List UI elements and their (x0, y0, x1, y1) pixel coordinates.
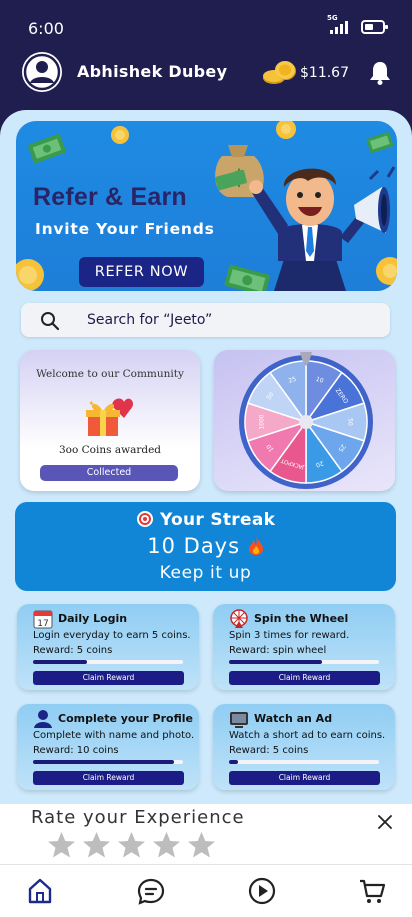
claim-reward-button[interactable]: Claim Reward (33, 671, 184, 685)
progress-fill (33, 660, 87, 664)
streak-title: Your Streak (160, 510, 276, 530)
task-card-complete-profile: Complete your Profile Complete with name… (17, 704, 199, 790)
search-input[interactable] (87, 309, 367, 331)
refer-banner[interactable]: $ Refer & Earn Invite Your Friends REFER… (16, 121, 397, 291)
battery-icon (361, 20, 388, 34)
task-name: Complete your Profile (58, 712, 193, 725)
user-icon (23, 53, 61, 91)
progress-track (33, 660, 183, 664)
streak-days: 10 Days (147, 534, 241, 558)
signal-icon (330, 21, 348, 34)
tv-icon (230, 712, 248, 728)
user-name: Abhishek Dubey (77, 62, 228, 81)
avatar[interactable] (22, 52, 62, 92)
progress-track (229, 760, 379, 764)
streak-banner: Your Streak 10 Days Keep it up (15, 502, 396, 591)
progress-fill (229, 660, 322, 664)
rate-experience-section: Rate your Experience (0, 804, 412, 864)
streak-message: Keep it up (159, 563, 252, 583)
spin-wheel-card[interactable]: 10 ZERO 50 25 20 JACKPOT 10 1000 50 25 (214, 350, 395, 491)
coins-awarded-text: 3oo Coins awarded (58, 444, 162, 456)
status-time: 6:00 (28, 19, 64, 38)
search-bar[interactable] (21, 303, 390, 337)
calendar-icon: 17 (33, 610, 53, 629)
collected-button[interactable]: Collected (40, 465, 178, 481)
streak-days-row: 10 Days (15, 534, 396, 558)
close-icon[interactable] (376, 813, 394, 831)
star-3[interactable] (117, 831, 146, 859)
home-icon[interactable] (26, 877, 54, 905)
streak-title-row: Your Streak (15, 510, 396, 530)
play-icon[interactable] (248, 877, 276, 905)
claim-reward-button[interactable]: Claim Reward (229, 671, 380, 685)
banner-subtitle: Invite Your Friends (35, 220, 215, 238)
task-name: Watch an Ad (254, 712, 333, 725)
svg-text:✦: ✦ (88, 399, 95, 408)
task-description: Spin 3 times for reward. (229, 630, 350, 641)
search-icon (41, 312, 60, 331)
task-name: Daily Login (58, 612, 128, 625)
task-card-spin-wheel: Spin the Wheel Spin 3 times for reward. … (213, 604, 395, 690)
star-2[interactable] (82, 831, 111, 859)
progress-track (33, 760, 183, 764)
task-reward: Reward: spin wheel (229, 645, 327, 656)
wheel-segment-label: 1000 (259, 414, 266, 429)
task-description: Watch a short ad to earn coins. (229, 730, 386, 741)
task-description: Complete with name and photo. (33, 730, 195, 741)
refer-now-button[interactable]: REFER NOW (79, 257, 204, 287)
bell-icon[interactable] (368, 60, 392, 86)
cart-icon[interactable] (358, 877, 386, 905)
task-name: Spin the Wheel (254, 612, 349, 625)
gift-icon: ✦ (86, 398, 134, 436)
status-bar: 6:00 5G (0, 0, 412, 50)
target-icon (136, 511, 153, 527)
task-reward: Reward: 10 coins (33, 745, 119, 756)
task-card-watch-ad: Watch an Ad Watch a short ad to earn coi… (213, 704, 395, 790)
coins-icon (263, 61, 296, 84)
content-panel: $ Refer & Earn Invite Your Friends REFER… (0, 110, 412, 804)
person-icon (34, 710, 52, 728)
progress-fill (33, 760, 174, 764)
community-card: Welcome to our Community ✦ 3oo Coins awa… (20, 350, 200, 491)
task-reward: Reward: 5 coins (229, 745, 309, 756)
community-title: Welcome to our Community (36, 368, 184, 380)
progress-track (229, 660, 379, 664)
wheel-segment-label: 50 (346, 418, 353, 426)
coin-balance: $11.67 (300, 65, 349, 81)
rating-stars (47, 831, 216, 863)
fire-icon (248, 537, 263, 555)
chat-icon[interactable] (137, 877, 165, 905)
bottom-nav (0, 864, 412, 917)
task-description: Login everyday to earn 5 coins. (33, 630, 191, 641)
calendar-number: 17 (37, 619, 48, 629)
network-type: 5G (327, 14, 338, 22)
claim-reward-button[interactable]: Claim Reward (229, 771, 380, 785)
progress-fill (229, 760, 238, 764)
task-card-daily-login: 17 Daily Login Login everyday to earn 5 … (17, 604, 199, 690)
star-5[interactable] (187, 831, 216, 859)
claim-reward-button[interactable]: Claim Reward (33, 771, 184, 785)
banner-title: Refer & Earn (33, 183, 187, 211)
wheel-icon (230, 609, 248, 628)
rate-title: Rate your Experience (31, 807, 245, 828)
star-4[interactable] (152, 831, 181, 859)
task-reward: Reward: 5 coins (33, 645, 113, 656)
prize-wheel[interactable]: 10ZERO502520JACKPOT1010005025 (214, 350, 395, 491)
star-1[interactable] (47, 831, 76, 859)
